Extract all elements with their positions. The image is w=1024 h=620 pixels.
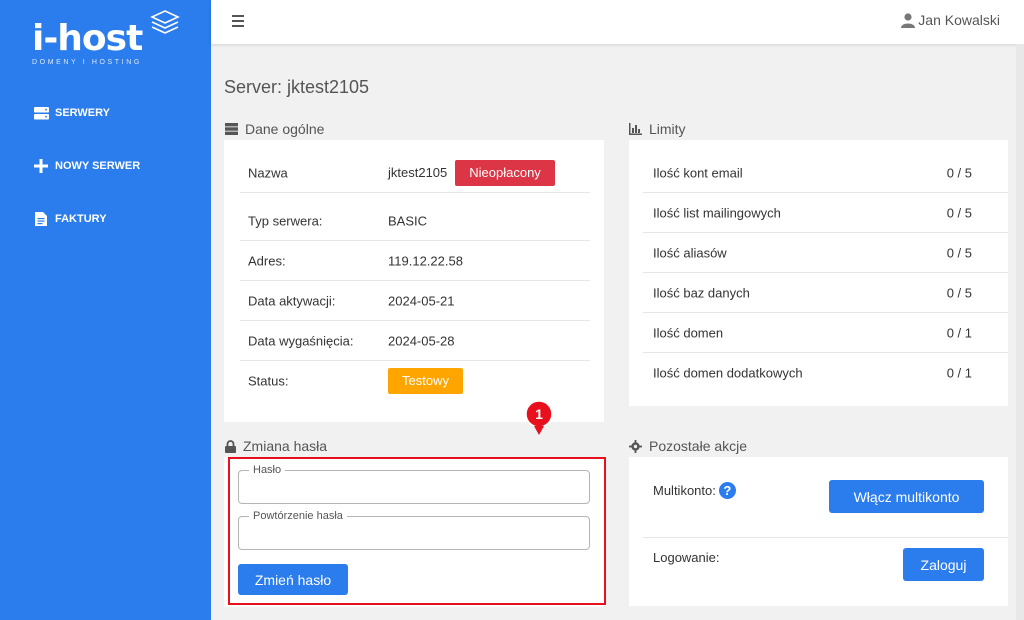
document-icon: [33, 212, 49, 226]
server-icon: [225, 123, 238, 135]
info-row-type: Typ serwera: BASIC: [240, 201, 590, 241]
page-title: Server: jktest2105: [224, 77, 370, 97]
multikonto-row: Multikonto: ?: [653, 482, 736, 499]
menu-icon[interactable]: [232, 15, 244, 30]
highlight-box: [228, 457, 606, 605]
status-badge: Testowy: [388, 368, 463, 394]
divider: [643, 537, 1008, 538]
limit-value: 0 / 1: [946, 325, 972, 340]
limit-value: 0 / 5: [946, 285, 972, 300]
limit-row: Ilość kont email 0 / 5: [643, 153, 1008, 193]
plus-icon: [33, 159, 49, 173]
step-marker: 1: [525, 400, 553, 435]
login-button[interactable]: Zaloguj: [903, 548, 984, 581]
limit-row: Ilość list mailingowych 0 / 5: [643, 193, 1008, 233]
limit-value: 0 / 5: [946, 205, 972, 220]
server-name-value: jktest2105: [388, 165, 448, 180]
limits-title-text: Limity: [649, 121, 686, 137]
limit-label: Ilość domen: [653, 325, 724, 340]
info-label: Data aktywacji:: [248, 293, 336, 308]
info-row-status: Status: Testowy: [240, 361, 590, 401]
actions-card: Multikonto: ? Włącz multikonto Logowanie…: [629, 457, 1008, 606]
limit-value: 0 / 5: [946, 245, 972, 260]
actions-title-text: Pozostałe akcje: [649, 438, 748, 454]
logo-tagline: DOMENY I HOSTING: [32, 59, 142, 66]
sidebar: i-host DOMENY I HOSTING SERWERY NOWY SER…: [0, 0, 211, 620]
password-title-text: Zmiana hasła: [243, 438, 328, 454]
password-section-title: Zmiana hasła: [225, 438, 327, 454]
bar-chart-icon: [629, 123, 642, 135]
limit-label: Ilość aliasów: [653, 245, 727, 260]
lock-icon: [225, 439, 236, 453]
user-name: Jan Kowalski: [918, 12, 1000, 28]
limits-section-title: Limity: [629, 121, 686, 137]
sidebar-item-servers[interactable]: SERWERY: [33, 103, 110, 123]
general-title-text: Dane ogólne: [245, 121, 325, 137]
limit-label: Ilość list mailingowych: [653, 205, 781, 220]
limit-value: 0 / 1: [946, 365, 972, 381]
user-icon: [901, 12, 916, 28]
sidebar-item-label: SERWERY: [55, 107, 111, 119]
layers-icon: [150, 10, 180, 34]
server-icon: [33, 106, 49, 120]
limit-label: Ilość kont email: [653, 165, 743, 180]
info-value: 2024-05-21: [388, 293, 455, 308]
sidebar-item-label: FAKTURY: [55, 213, 107, 225]
topbar: Jan Kowalski: [211, 0, 1024, 44]
limit-label: Ilość baz danych: [653, 285, 750, 300]
info-value: jktest2105 Nieopłacony: [388, 159, 555, 186]
limit-row: Ilość domen dodatkowych 0 / 1: [643, 353, 1008, 393]
actions-section-title: Pozostałe akcje: [629, 438, 747, 454]
scrollbar[interactable]: [1016, 44, 1024, 620]
info-value: Testowy: [388, 368, 463, 394]
limit-row: Ilość baz danych 0 / 5: [643, 273, 1008, 313]
sidebar-item-invoices[interactable]: FAKTURY: [33, 209, 107, 229]
info-label: Status:: [248, 373, 289, 389]
sidebar-item-label: NOWY SERWER: [55, 160, 141, 172]
enable-multikonto-button[interactable]: Włącz multikonto: [829, 480, 984, 513]
limit-row: Ilość aliasów 0 / 5: [643, 233, 1008, 273]
step-marker-number: 1: [535, 406, 543, 422]
info-value: 2024-05-28: [388, 333, 455, 348]
login-label: Logowanie:: [653, 550, 720, 565]
info-row-address: Adres: 119.12.22.58: [240, 241, 590, 281]
limit-value: 0 / 5: [946, 165, 972, 180]
gear-icon: [629, 439, 642, 453]
info-value: BASIC: [388, 213, 428, 228]
multikonto-label: Multikonto:: [653, 483, 716, 498]
help-icon[interactable]: ?: [718, 482, 736, 499]
info-row-expiry: Data wygaśnięcia: 2024-05-28: [240, 321, 590, 361]
info-label: Typ serwera:: [248, 213, 323, 228]
info-value: 119.12.22.58: [388, 253, 463, 268]
general-card: Nazwa jktest2105 Nieopłacony Typ serwera…: [224, 140, 604, 422]
logo-text: i-host: [32, 18, 143, 59]
logo[interactable]: i-host DOMENY I HOSTING: [30, 10, 190, 74]
user-menu[interactable]: Jan Kowalski: [901, 12, 1000, 28]
info-label: Nazwa: [248, 165, 288, 180]
sidebar-item-new-server[interactable]: NOWY SERWER: [33, 156, 140, 176]
limit-row: Ilość domen 0 / 1: [643, 313, 1008, 353]
unpaid-badge[interactable]: Nieopłacony: [455, 159, 555, 186]
info-label: Data wygaśnięcia:: [248, 333, 354, 348]
info-row-activation: Data aktywacji: 2024-05-21: [240, 281, 590, 321]
info-row-name: Nazwa jktest2105 Nieopłacony: [240, 153, 590, 193]
limit-label: Ilość domen dodatkowych: [653, 365, 803, 381]
general-section-title: Dane ogólne: [225, 121, 324, 137]
info-label: Adres:: [248, 253, 286, 268]
limits-card: Ilość kont email 0 / 5 Ilość list mailin…: [629, 140, 1008, 406]
